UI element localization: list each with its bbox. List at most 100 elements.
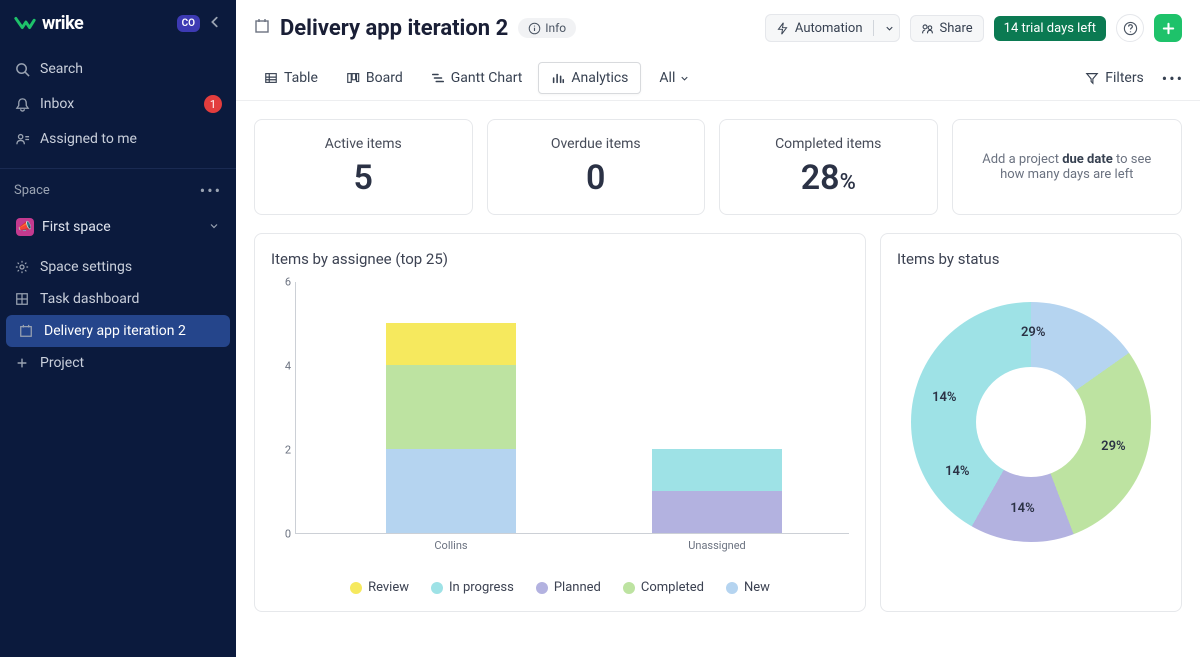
share-icon <box>921 22 934 35</box>
y-axis: 0246 <box>271 282 295 552</box>
sidebar-tree: Space settings Task dashboard Delivery a… <box>0 247 236 383</box>
legend-swatch <box>623 582 635 594</box>
bar-plot: 0246 CollinsUnassigned <box>271 282 849 552</box>
kpi-row: Active items 5 Overdue items 0 Completed… <box>254 119 1182 215</box>
gantt-icon <box>431 71 445 85</box>
logo[interactable]: wrike <box>14 12 83 34</box>
donut-chart: 14%29%29%14%14% <box>911 302 1151 542</box>
table-icon <box>264 71 278 85</box>
search-icon <box>14 61 30 77</box>
chart-legend: Review In progress Planned Completed New <box>271 580 849 595</box>
help-button[interactable] <box>1116 14 1144 42</box>
project-icon <box>254 18 270 38</box>
sidebar-space-section: Space ••• <box>0 168 236 206</box>
legend-label: New <box>744 580 770 595</box>
legend-item: In progress <box>431 580 514 595</box>
all-views-dropdown[interactable]: All <box>649 63 700 93</box>
chart-title: Items by status <box>897 250 1165 268</box>
sidebar-item-label: Search <box>40 61 83 77</box>
space-selector[interactable]: 📣 First space <box>8 210 228 243</box>
sidebar-item-label: Inbox <box>40 96 74 112</box>
content: Active items 5 Overdue items 0 Completed… <box>236 101 1200 630</box>
tab-gantt[interactable]: Gantt Chart <box>419 62 535 94</box>
trial-pill[interactable]: 14 trial days left <box>994 16 1106 41</box>
kpi-value: 0 <box>498 158 695 198</box>
plus-icon <box>14 355 30 371</box>
section-label: Space <box>14 183 50 198</box>
filters-button[interactable]: Filters <box>1085 70 1144 86</box>
collapse-sidebar-button[interactable] <box>208 14 222 33</box>
more-icon[interactable]: ••• <box>200 181 222 200</box>
tab-table[interactable]: Table <box>252 62 330 94</box>
donut-hole <box>976 367 1086 477</box>
bell-icon <box>14 96 30 112</box>
tree-item-task-dashboard[interactable]: Task dashboard <box>0 283 236 315</box>
sidebar-item-assigned[interactable]: Assigned to me <box>0 122 236 156</box>
add-button[interactable] <box>1154 14 1182 42</box>
info-icon <box>528 22 541 35</box>
legend-item: Planned <box>536 580 601 595</box>
view-more-button[interactable]: ••• <box>1162 69 1184 88</box>
legend-label: In progress <box>449 580 514 595</box>
sidebar-item-label: Assigned to me <box>40 131 137 147</box>
plus-icon <box>1161 21 1176 36</box>
automation-button[interactable]: Automation <box>765 14 900 42</box>
legend-swatch <box>536 582 548 594</box>
kpi-value: 28% <box>730 158 927 198</box>
kpi-label: Overdue items <box>498 136 695 152</box>
sidebar-item-search[interactable]: Search <box>0 52 236 86</box>
plot-area: CollinsUnassigned <box>295 282 849 534</box>
legend-item: Completed <box>623 580 704 595</box>
chevron-left-icon <box>208 15 222 29</box>
bar-segment <box>386 365 516 449</box>
logo-icon <box>14 12 36 34</box>
due-date-hint: Add a project due date to see how many d… <box>952 119 1183 215</box>
tab-board[interactable]: Board <box>334 62 415 94</box>
page-title: Delivery app iteration 2 <box>280 16 508 41</box>
chart-title: Items by assignee (top 25) <box>271 250 849 268</box>
tree-item-space-settings[interactable]: Space settings <box>0 251 236 283</box>
bar-segment <box>652 449 782 491</box>
board-icon <box>346 71 360 85</box>
legend-swatch <box>726 582 738 594</box>
person-icon <box>14 131 30 147</box>
donut-label: 14% <box>1010 501 1034 516</box>
tree-item-label: Delivery app iteration 2 <box>44 323 186 339</box>
user-avatar-badge[interactable]: CO <box>177 15 200 32</box>
main: Delivery app iteration 2 Info Automation… <box>236 0 1200 657</box>
bar-segment <box>386 323 516 365</box>
help-icon <box>1123 21 1138 36</box>
donut-label: 29% <box>1021 325 1045 340</box>
kpi-label: Completed items <box>730 136 927 152</box>
chevron-down-icon <box>679 73 690 84</box>
space-name: First space <box>42 219 111 235</box>
chart-items-by-assignee: Items by assignee (top 25) 0246 CollinsU… <box>254 233 866 612</box>
bar-segment <box>652 491 782 533</box>
gear-icon <box>14 259 30 275</box>
legend-item: New <box>726 580 770 595</box>
legend-label: Completed <box>641 580 704 595</box>
info-button[interactable]: Info <box>518 18 576 38</box>
x-axis-label: Collins <box>386 533 516 552</box>
view-bar: Table Board Gantt Chart Analytics All Fi… <box>236 56 1200 101</box>
project-icon <box>18 323 34 339</box>
tree-item-add-project[interactable]: Project <box>0 347 236 379</box>
donut-label: 14% <box>932 390 956 405</box>
tree-item-label: Project <box>40 355 84 371</box>
view-tabs: Table Board Gantt Chart Analytics <box>252 56 641 100</box>
sidebar-item-inbox[interactable]: Inbox 1 <box>0 86 236 122</box>
logo-text: wrike <box>42 13 83 34</box>
filter-icon <box>1085 71 1099 85</box>
tab-analytics[interactable]: Analytics <box>538 62 641 94</box>
chevron-down-icon <box>208 217 220 236</box>
legend-swatch <box>431 582 443 594</box>
tree-item-label: Space settings <box>40 259 132 275</box>
share-button[interactable]: Share <box>910 15 984 42</box>
legend-label: Planned <box>554 580 601 595</box>
tree-item-label: Task dashboard <box>40 291 139 307</box>
kpi-completed-items: Completed items 28% <box>719 119 938 215</box>
donut-label: 14% <box>945 464 969 479</box>
tree-item-delivery-app[interactable]: Delivery app iteration 2 <box>6 315 230 347</box>
megaphone-icon: 📣 <box>16 218 34 236</box>
legend-label: Review <box>368 580 409 595</box>
